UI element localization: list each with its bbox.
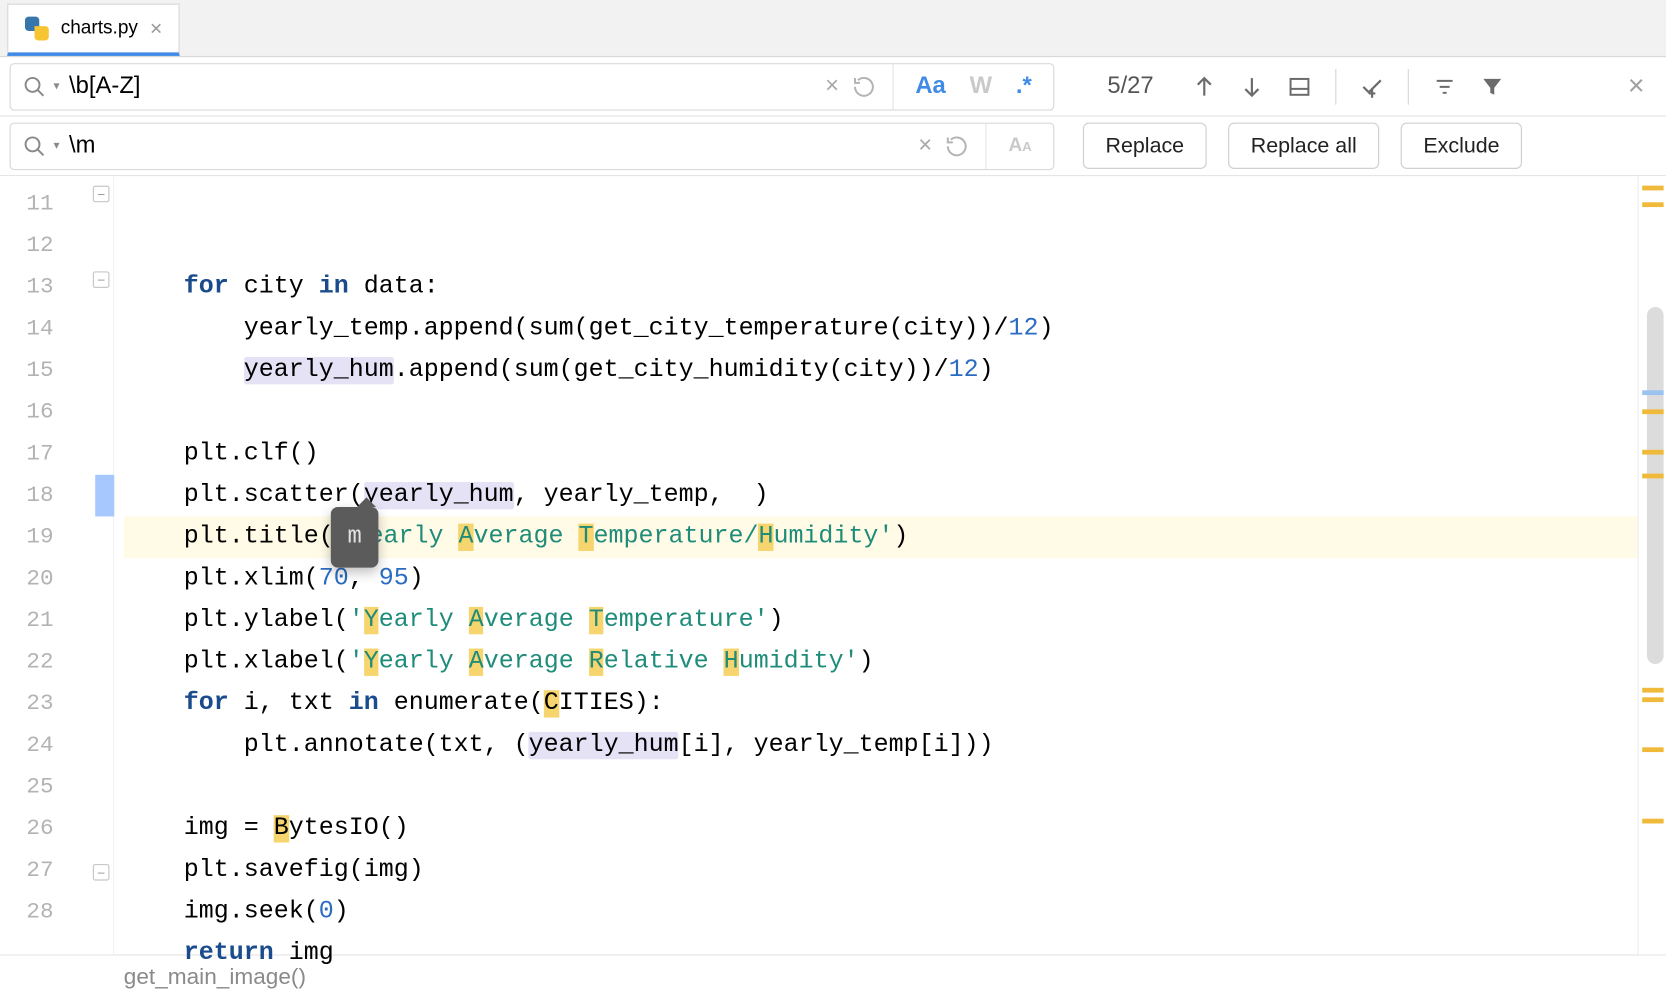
find-history-icon[interactable] — [852, 74, 892, 98]
replace-options: AA — [986, 123, 1053, 168]
separator — [1335, 68, 1336, 104]
regex-toggle[interactable]: .* — [1016, 73, 1032, 100]
line-number-gutter[interactable]: 111213141516171819202122232425262728 — [0, 176, 114, 954]
replace-button[interactable]: Replace — [1083, 123, 1207, 169]
code-line[interactable]: img.seek(0) — [124, 891, 1638, 933]
error-stripe[interactable] — [1637, 176, 1666, 954]
code-line[interactable]: img = BytesIO() — [124, 808, 1638, 850]
words-toggle[interactable]: W — [970, 73, 992, 100]
code-line[interactable]: for i, txt in enumerate(CITIES): — [124, 683, 1638, 725]
line-number[interactable]: 17 — [0, 433, 113, 475]
python-file-icon — [25, 17, 49, 41]
code-line[interactable]: return img — [124, 933, 1638, 975]
code-line[interactable]: plt.annotate(txt, (yearly_hum[i], yearly… — [124, 725, 1638, 767]
line-number[interactable]: 22 — [0, 641, 113, 683]
line-number[interactable]: 21 — [0, 600, 113, 642]
filter-icon[interactable] — [1471, 65, 1514, 108]
line-number[interactable]: 12 — [0, 225, 113, 267]
line-number[interactable]: 19 — [0, 516, 113, 558]
stripe-marker[interactable] — [1642, 819, 1663, 824]
clear-replace-icon[interactable]: × — [905, 132, 945, 159]
fold-toggle-icon[interactable]: – — [93, 864, 110, 881]
replace-toolbar: ▾ × AA Replace Replace all Exclude — [0, 117, 1666, 177]
code-line[interactable]: plt.savefig(img) — [124, 850, 1638, 892]
fold-toggle-icon[interactable]: – — [93, 271, 110, 288]
line-number[interactable]: 15 — [0, 350, 113, 392]
replace-all-button[interactable]: Replace all — [1228, 123, 1379, 169]
line-number[interactable]: 24 — [0, 725, 113, 767]
line-number[interactable]: 28 — [0, 891, 113, 933]
search-history-caret-icon[interactable]: ▾ — [54, 80, 60, 93]
code-line[interactable]: plt.clf() — [124, 433, 1638, 475]
stripe-marker[interactable] — [1642, 390, 1663, 395]
clear-find-icon[interactable]: × — [812, 73, 852, 100]
code-line[interactable]: plt.xlabel('Yearly Average Relative Humi… — [124, 641, 1638, 683]
tab-filename: charts.py — [61, 18, 138, 39]
close-find-icon[interactable]: × — [1628, 70, 1645, 103]
prev-match-button[interactable] — [1183, 65, 1226, 108]
stripe-marker[interactable] — [1642, 186, 1663, 191]
separator — [1408, 68, 1409, 104]
line-number[interactable]: 25 — [0, 766, 113, 808]
exclude-button[interactable]: Exclude — [1401, 123, 1522, 169]
find-input[interactable] — [69, 73, 812, 100]
code-line[interactable]: yearly_temp.append(sum(get_city_temperat… — [124, 308, 1638, 350]
code-area[interactable]: for city in data: yearly_temp.append(sum… — [114, 176, 1637, 954]
find-field-container: ▾ × Aa W .* — [10, 62, 1055, 110]
code-line[interactable] — [124, 392, 1638, 434]
next-match-button[interactable] — [1230, 65, 1273, 108]
editor-tab[interactable]: charts.py × — [7, 4, 180, 56]
code-line[interactable] — [124, 975, 1638, 1002]
tab-close-icon[interactable]: × — [150, 16, 163, 41]
stripe-marker[interactable] — [1642, 474, 1663, 479]
code-line[interactable] — [124, 766, 1638, 808]
match-case-toggle[interactable]: Aa — [915, 73, 945, 100]
search-icon — [23, 134, 47, 158]
scrollbar-thumb[interactable] — [1647, 307, 1664, 664]
fold-toggle-icon[interactable]: – — [93, 186, 110, 203]
code-line[interactable]: for city in data: — [124, 267, 1638, 309]
line-number[interactable]: 14 — [0, 308, 113, 350]
stripe-marker[interactable] — [1642, 409, 1663, 414]
replace-input[interactable] — [69, 132, 905, 159]
replace-field-container: ▾ × AA — [10, 122, 1055, 170]
line-number[interactable]: 26 — [0, 808, 113, 850]
regex-tooltip: m — [331, 507, 379, 568]
replace-history-icon[interactable] — [945, 134, 985, 158]
show-filter-options-icon[interactable] — [1423, 65, 1466, 108]
open-in-tool-window-icon[interactable] — [1278, 65, 1321, 108]
stripe-marker[interactable] — [1642, 697, 1663, 702]
match-counter: 5/27 — [1083, 73, 1178, 100]
stripe-marker[interactable] — [1642, 688, 1663, 693]
line-number[interactable]: 23 — [0, 683, 113, 725]
preserve-case-toggle[interactable]: AA — [1009, 135, 1032, 156]
replace-actions: Replace Replace all Exclude — [1054, 123, 1522, 169]
replace-history-caret-icon[interactable]: ▾ — [54, 139, 60, 152]
code-line[interactable]: yearly_hum.append(sum(get_city_humidity(… — [124, 350, 1638, 392]
line-number[interactable]: 20 — [0, 558, 113, 600]
editor-tabbar: charts.py × — [0, 0, 1666, 57]
stripe-marker[interactable] — [1642, 747, 1663, 752]
code-line[interactable]: plt.ylabel('Yearly Average Temperature') — [124, 600, 1638, 642]
stripe-marker[interactable] — [1642, 450, 1663, 455]
editor-area: 111213141516171819202122232425262728 for… — [0, 176, 1666, 954]
find-toolbar: ▾ × Aa W .* 5/27 × — [0, 57, 1666, 117]
search-icon — [23, 74, 47, 98]
select-all-occurrences-icon[interactable] — [1351, 65, 1394, 108]
find-right-pane: 5/27 × — [1054, 65, 1666, 108]
stripe-marker[interactable] — [1642, 202, 1663, 207]
line-number[interactable]: 16 — [0, 392, 113, 434]
find-options: Aa W .* — [893, 64, 1053, 109]
